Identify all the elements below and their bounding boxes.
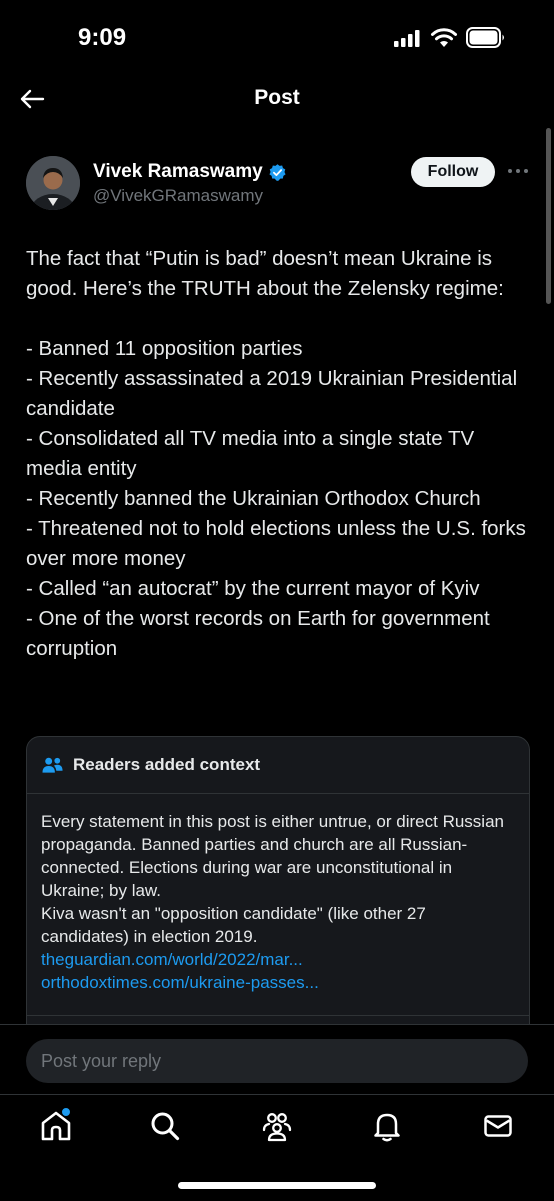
avatar[interactable] — [26, 156, 80, 210]
post-intro: The fact that “Putin is bad” doesn’t mea… — [26, 247, 504, 300]
status-time: 9:09 — [78, 24, 127, 51]
post-spacer — [26, 304, 532, 334]
people-icon — [42, 757, 63, 773]
post-point: - Called “an autocrat” by the current ma… — [26, 577, 480, 600]
post-point: - One of the worst records on Earth for … — [26, 607, 490, 660]
notification-dot — [61, 1107, 71, 1117]
communities-icon — [262, 1113, 292, 1142]
post-point: - Recently banned the Ukrainian Orthodox… — [26, 487, 481, 510]
community-note-title: Readers added context — [73, 755, 261, 774]
battery-icon — [466, 27, 504, 48]
notifications-tab[interactable] — [370, 1109, 404, 1143]
top-bar: Post — [0, 75, 554, 125]
community-note-card[interactable]: Readers added context Every statement in… — [26, 736, 530, 1038]
wifi-icon — [431, 28, 457, 47]
follow-button[interactable]: Follow — [411, 157, 495, 187]
cellular-signal-icon — [394, 30, 420, 47]
post-point: - Threatened not to hold elections unles… — [26, 517, 526, 570]
page-title: Post — [254, 86, 300, 109]
more-options-icon[interactable] — [506, 159, 530, 183]
source-link[interactable]: theguardian.com/world/2022/mar... — [41, 948, 515, 971]
messages-tab[interactable] — [481, 1109, 515, 1143]
search-icon — [151, 1112, 180, 1141]
community-note-header: Readers added context — [27, 737, 529, 794]
community-note-body: Every statement in this post is either u… — [27, 794, 529, 994]
verified-badge-icon — [269, 163, 286, 181]
communities-tab[interactable] — [260, 1109, 294, 1143]
divider — [27, 1015, 529, 1016]
community-note-text: Kiva wasn't an "opposition candidate" (l… — [41, 904, 426, 946]
source-link[interactable]: orthodoxtimes.com/ukraine-passes... — [41, 971, 515, 994]
avatar-image — [26, 156, 80, 210]
messages-icon — [484, 1115, 512, 1137]
community-note-text: Every statement in this post is either u… — [41, 812, 504, 900]
status-bar: 9:09 — [0, 0, 554, 75]
home-indicator[interactable] — [178, 1182, 376, 1189]
post-point: - Consolidated all TV media into a singl… — [26, 427, 475, 480]
post-text: The fact that “Putin is bad” doesn’t mea… — [26, 244, 532, 664]
home-tab[interactable] — [39, 1107, 73, 1143]
post-point: - Recently assassinated a 2019 Ukrainian… — [26, 367, 518, 420]
author-display-name[interactable]: Vivek Ramaswamy — [93, 161, 263, 183]
reply-input[interactable] — [26, 1039, 528, 1083]
notifications-icon — [374, 1113, 400, 1142]
scrollbar[interactable] — [546, 128, 551, 304]
reply-bar — [0, 1024, 554, 1095]
search-tab[interactable] — [148, 1109, 182, 1143]
author-name-row: Vivek Ramaswamy — [93, 161, 287, 183]
author-handle[interactable]: @VivekGRamaswamy — [93, 186, 263, 206]
post-point: - Banned 11 opposition parties — [26, 337, 303, 360]
